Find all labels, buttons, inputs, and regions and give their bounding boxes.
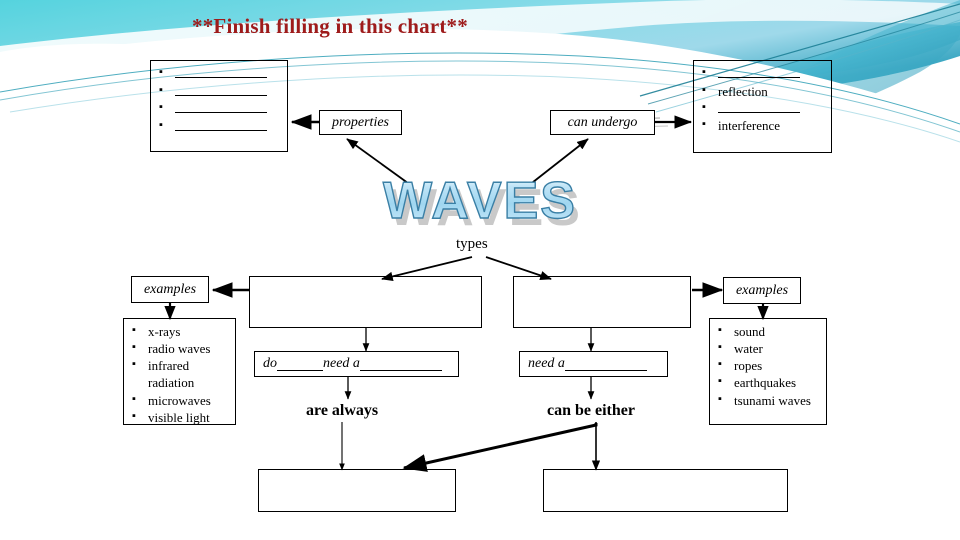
list-item: ▪ [159, 65, 281, 83]
bullet-dot: ▪ [132, 392, 136, 405]
bullet-text: reflection [718, 83, 768, 99]
list-item: ▪ water [718, 340, 820, 357]
bullet-blank [175, 118, 281, 136]
example-text: ropes [734, 358, 763, 374]
right-condition-blank-1 [564, 357, 647, 372]
undergo-bullet-box: ▪ ▪ reflection ▪ ▪ interference [693, 60, 832, 153]
right-examples-box: ▪ sound ▪ water ▪ ropes ▪ earthquakes ▪ … [709, 318, 827, 425]
list-item: ▪ [159, 100, 281, 118]
waves-wordart: WAVES WAVES [382, 171, 580, 234]
can-undergo-label-box: can undergo [550, 110, 655, 135]
list-item: ▪ tsunami waves [718, 392, 820, 409]
bullet-blank [175, 65, 281, 83]
left-condition-middle: need a [323, 356, 360, 371]
properties-bullet-box: ▪ ▪ ▪ ▪ [150, 60, 288, 152]
example-text: earthquakes [734, 375, 797, 391]
bullet-text: interference [718, 118, 781, 134]
left-examples-box: ▪ x-rays ▪ radio waves ▪ infrared radiat… [123, 318, 236, 425]
example-text: tsunami waves [734, 392, 811, 408]
svg-text:WAVES: WAVES [383, 172, 577, 230]
list-item: ▪ [159, 118, 281, 136]
bullet-blank [175, 100, 281, 118]
bullet-dot: ▪ [132, 341, 136, 354]
bullet-dot: ▪ [132, 358, 136, 371]
bullet-dot: ▪ [718, 392, 722, 405]
bullet-dot: ▪ [132, 409, 136, 422]
right-type-answer-box[interactable] [513, 276, 691, 328]
left-condition-box: do need a [254, 351, 459, 377]
list-item: ▪ reflection [702, 83, 825, 100]
list-item: ▪ x-rays [132, 323, 229, 340]
properties-label-box: properties [319, 110, 402, 135]
list-item: ▪ interference [702, 117, 825, 134]
bullet-dot: ▪ [159, 118, 163, 131]
bullet-dot: ▪ [718, 375, 722, 388]
bullet-dot: ▪ [702, 100, 706, 113]
list-item: ▪ [702, 100, 825, 118]
example-text: water [734, 341, 763, 357]
right-condition-box: need a [519, 351, 668, 377]
bullet-blank [718, 65, 825, 83]
example-text: radio waves [148, 341, 211, 357]
bullet-dot: ▪ [702, 83, 706, 96]
bullet-dot: ▪ [718, 358, 722, 371]
bullet-dot: ▪ [702, 66, 706, 78]
list-item: ▪ radio waves [132, 340, 229, 357]
bullet-dot: ▪ [159, 101, 163, 113]
bullet-dot: ▪ [159, 66, 163, 78]
bullet-dot: ▪ [718, 324, 722, 336]
example-text: x-rays [148, 324, 181, 339]
list-item: ▪ earthquakes [718, 374, 820, 391]
are-always-text: are always [306, 402, 379, 419]
examples-right-label: examples [735, 282, 789, 298]
bullet-dot: ▪ [159, 83, 163, 96]
list-item: ▪ visible light [132, 409, 229, 426]
list-item: ▪ [702, 65, 825, 83]
slide-canvas: **Finish filling in this chart** ▪ ▪ ▪ ▪… [0, 0, 960, 540]
examples-left-label-box: examples [131, 276, 209, 303]
properties-label: properties [331, 114, 390, 130]
example-text: infrared radiation [148, 358, 195, 391]
examples-right-label-box: examples [723, 277, 801, 304]
bottom-left-answer-box[interactable] [258, 469, 456, 512]
bullet-dot: ▪ [132, 324, 136, 336]
bullet-blank [718, 100, 825, 118]
can-be-either-text: can be either [547, 402, 635, 419]
list-item: ▪ sound [718, 323, 820, 340]
can-undergo-label: can undergo [567, 114, 638, 130]
left-condition-blank-1 [277, 357, 323, 372]
types-label: types [456, 236, 488, 252]
left-condition-blank-2 [359, 357, 442, 372]
right-condition-prefix: need a [528, 356, 565, 371]
bullet-dot: ▪ [718, 341, 722, 354]
list-item: ▪ [159, 83, 281, 101]
bullet-blank [175, 83, 281, 101]
left-type-answer-box[interactable] [249, 276, 482, 328]
example-text: visible light [148, 409, 210, 425]
list-item: ▪ microwaves [132, 392, 229, 409]
bottom-right-answer-box[interactable] [543, 469, 788, 512]
list-item: ▪ infrared radiation [132, 357, 229, 391]
examples-left-label: examples [143, 281, 197, 297]
list-item: ▪ ropes [718, 357, 820, 374]
example-text: microwaves [148, 392, 211, 408]
bullet-dot: ▪ [702, 118, 706, 131]
slide-title: **Finish filling in this chart** [192, 14, 468, 38]
left-condition-prefix: do [263, 356, 277, 371]
example-text: sound [734, 324, 766, 339]
